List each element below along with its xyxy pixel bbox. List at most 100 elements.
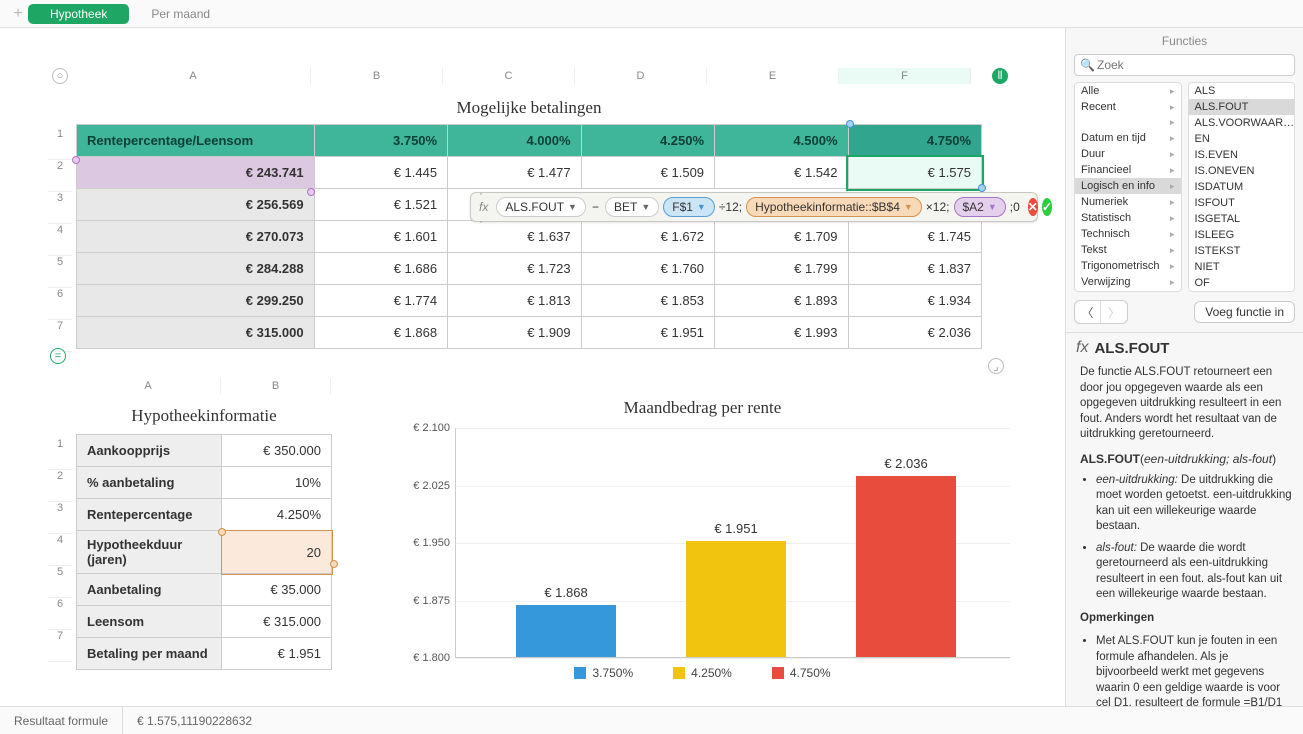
row-label[interactable]: € 243.741 xyxy=(77,157,315,189)
row-label[interactable]: € 270.073 xyxy=(77,221,315,253)
function-item[interactable]: NIET xyxy=(1189,259,1295,275)
function-item[interactable]: ISGETAL xyxy=(1189,211,1295,227)
cell[interactable]: € 1.521 xyxy=(314,189,447,221)
row-header[interactable]: 6 xyxy=(48,598,72,630)
row-header[interactable]: 6 xyxy=(48,288,72,320)
row-header[interactable]: 4 xyxy=(48,534,72,566)
row-header[interactable]: 1 xyxy=(48,438,72,470)
cell[interactable]: € 1.637 xyxy=(448,221,581,253)
cell[interactable]: Hypotheekduur (jaren) xyxy=(77,531,222,574)
cell[interactable]: € 1.509 xyxy=(581,157,714,189)
cell[interactable]: € 35.000 xyxy=(222,574,332,606)
cell[interactable]: € 1.760 xyxy=(581,253,714,285)
row-header[interactable]: 7 xyxy=(48,320,72,352)
row-header[interactable]: 5 xyxy=(48,256,72,288)
formula-token-ref[interactable]: $A2 ▼ xyxy=(954,197,1006,217)
category-item[interactable]: Duur▸ xyxy=(1075,146,1181,162)
row-header[interactable]: 5 xyxy=(48,566,72,598)
header-cell[interactable]: 4.000% xyxy=(448,125,581,157)
cell[interactable]: Aanbetaling xyxy=(77,574,222,606)
function-item[interactable]: IS.ONEVEN xyxy=(1189,163,1295,179)
cell[interactable]: € 315.000 xyxy=(222,606,332,638)
cell[interactable]: € 1.445 xyxy=(314,157,447,189)
row-label[interactable]: € 284.288 xyxy=(77,253,315,285)
cell[interactable]: € 1.799 xyxy=(715,253,848,285)
category-item[interactable]: Tekst▸ xyxy=(1075,242,1181,258)
highlighted-cell[interactable]: 20 xyxy=(222,531,332,574)
cell[interactable]: € 1.993 xyxy=(715,317,848,349)
cell[interactable]: € 1.774 xyxy=(314,285,447,317)
tab-hypotheek[interactable]: Hypotheek xyxy=(28,4,129,24)
category-item[interactable]: Financieel▸ xyxy=(1075,162,1181,178)
function-list[interactable]: ALSALS.FOUTALS.VOORWAAR…ENIS.EVENIS.ONEV… xyxy=(1188,82,1296,292)
add-column-handle[interactable]: ⦀ xyxy=(992,68,1008,84)
row-header[interactable]: 4 xyxy=(48,224,72,256)
row-label[interactable]: € 256.569 xyxy=(77,189,315,221)
cell[interactable]: Aankoopprijs xyxy=(77,435,222,467)
cell[interactable]: € 1.853 xyxy=(581,285,714,317)
add-row-handle[interactable]: = xyxy=(50,348,66,364)
cell[interactable]: € 2.036 xyxy=(848,317,982,349)
row-header[interactable]: 1 xyxy=(48,128,72,160)
row-label[interactable]: € 299.250 xyxy=(77,285,315,317)
cell[interactable]: € 1.951 xyxy=(581,317,714,349)
function-item[interactable]: ALS xyxy=(1189,83,1295,99)
cell[interactable]: € 1.813 xyxy=(448,285,581,317)
category-item[interactable]: Technisch▸ xyxy=(1075,226,1181,242)
formula-editor[interactable]: · fx · ALS.FOUT ▼ − BET ▼ F$1 ▼ ÷12; Hyp… xyxy=(470,192,1038,222)
col-header[interactable]: E xyxy=(707,68,839,84)
header-cell[interactable]: 3.750% xyxy=(314,125,447,157)
function-item[interactable]: ISTEKST xyxy=(1189,243,1295,259)
formula-token-function[interactable]: BET ▼ xyxy=(605,197,659,217)
function-item[interactable]: ALS.FOUT xyxy=(1189,99,1295,115)
add-sheet-button[interactable]: + xyxy=(8,5,28,23)
row-header[interactable]: 2 xyxy=(48,160,72,192)
function-item[interactable]: EN xyxy=(1189,131,1295,147)
col-header[interactable]: B xyxy=(311,68,443,84)
cell[interactable]: Leensom xyxy=(77,606,222,638)
category-item[interactable]: ▸ xyxy=(1075,115,1181,130)
row-header[interactable]: 2 xyxy=(48,470,72,502)
back-button[interactable]: 〈 xyxy=(1075,301,1101,323)
function-search-input[interactable] xyxy=(1074,54,1295,76)
row-header[interactable]: 3 xyxy=(48,192,72,224)
cell[interactable]: € 1.709 xyxy=(715,221,848,253)
tab-per-maand[interactable]: Per maand xyxy=(129,4,232,24)
resize-handle[interactable]: ⌟ xyxy=(988,358,1004,374)
table2-row-headers[interactable]: 1 2 3 4 5 6 7 xyxy=(48,438,72,662)
formula-token-ref[interactable]: F$1 ▼ xyxy=(663,197,715,217)
col-header[interactable]: F xyxy=(839,68,971,84)
col-header[interactable]: D xyxy=(575,68,707,84)
category-item[interactable]: Verwijzing▸ xyxy=(1075,274,1181,290)
category-item[interactable]: Logisch en info▸ xyxy=(1075,178,1181,194)
function-item[interactable]: OF xyxy=(1189,275,1295,291)
table1-col-headers[interactable]: A B C D E F xyxy=(76,68,971,84)
cell[interactable]: % aanbetaling xyxy=(77,467,222,499)
row-header[interactable]: 7 xyxy=(48,630,72,662)
header-cell[interactable]: 4.750% xyxy=(848,125,982,157)
function-item[interactable]: ISLEEG xyxy=(1189,227,1295,243)
col-header[interactable]: A xyxy=(76,68,311,84)
formula-token-function[interactable]: ALS.FOUT ▼ xyxy=(496,197,586,217)
cell[interactable]: € 1.672 xyxy=(581,221,714,253)
category-list[interactable]: Alle▸Recent▸▸Datum en tijd▸Duur▸Financie… xyxy=(1074,82,1182,292)
category-item[interactable]: Statistisch▸ xyxy=(1075,210,1181,226)
row-label[interactable]: € 315.000 xyxy=(77,317,315,349)
category-item[interactable]: Datum en tijd▸ xyxy=(1075,130,1181,146)
forward-button[interactable]: 〉 xyxy=(1101,301,1127,323)
cell[interactable]: Betaling per maand xyxy=(77,638,222,670)
insert-function-button[interactable]: Voeg functie in xyxy=(1194,301,1295,323)
formula-accept-button[interactable]: ✓ xyxy=(1042,198,1052,216)
function-item[interactable]: ISFOUT xyxy=(1189,195,1295,211)
cell[interactable]: 4.250% xyxy=(222,499,332,531)
cell[interactable]: € 1.477 xyxy=(448,157,581,189)
category-item[interactable]: Alle▸ xyxy=(1075,83,1181,99)
cell[interactable]: 10% xyxy=(222,467,332,499)
col-header[interactable]: C xyxy=(443,68,575,84)
spreadsheet-canvas[interactable]: ○ A B C D E F ⦀ Mogelijke betalingen 1 2… xyxy=(0,28,1065,706)
cell[interactable]: € 1.934 xyxy=(848,285,982,317)
table1-row-headers[interactable]: 1 2 3 4 5 6 7 xyxy=(48,128,72,352)
header-cell[interactable]: 4.250% xyxy=(581,125,714,157)
col-header[interactable]: A xyxy=(76,378,221,394)
category-item[interactable]: Numeriek▸ xyxy=(1075,194,1181,210)
